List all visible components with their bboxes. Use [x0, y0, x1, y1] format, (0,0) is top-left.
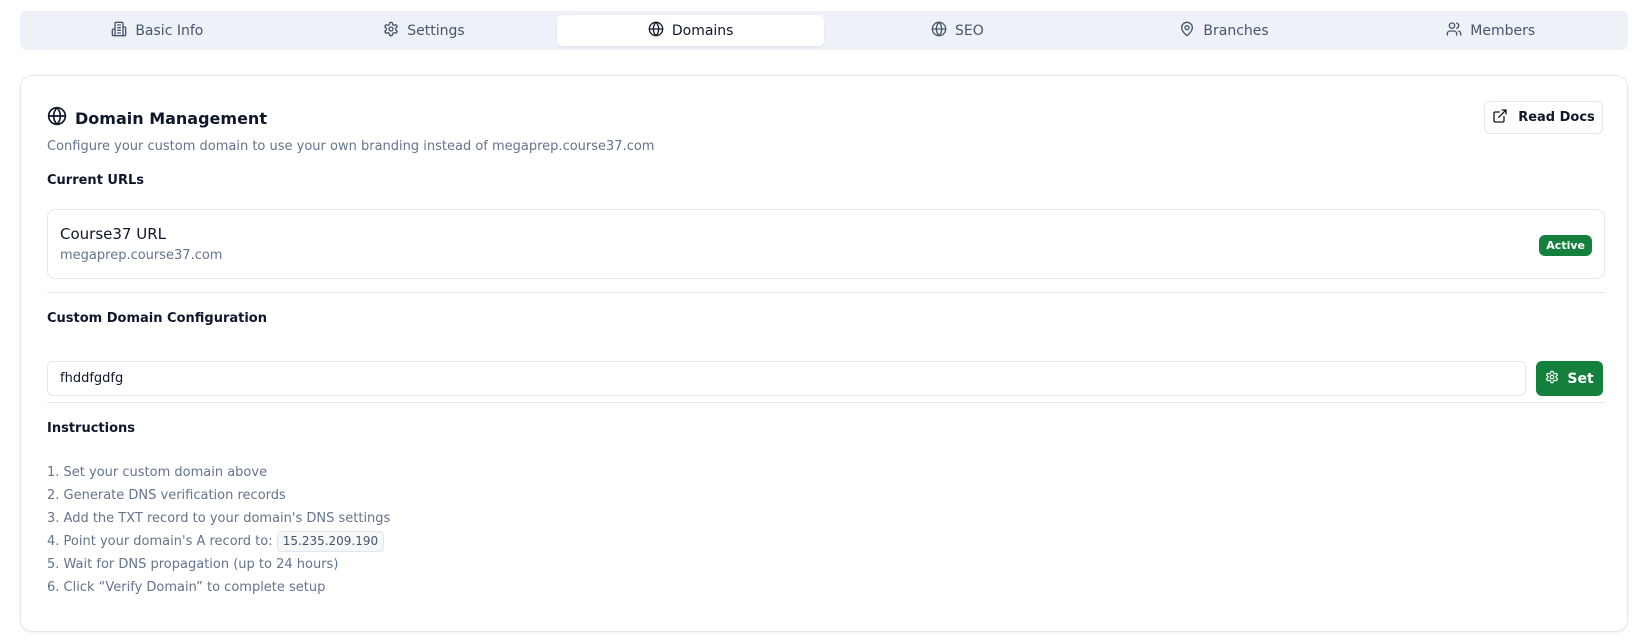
tab-domains[interactable]: Domains: [557, 15, 825, 46]
instruction-step: 1. Set your custom domain above: [47, 465, 268, 480]
custom-domain-label: Custom Domain Configuration: [47, 311, 267, 326]
globe-icon: [648, 21, 664, 41]
instruction-step: 4. Point your domain's A record to: 15.2…: [47, 530, 390, 553]
instructions-title: Instructions: [47, 421, 136, 436]
building-icon: [111, 21, 127, 41]
current-url-box: Course37 URL megaprep.course37.com Activ…: [47, 209, 1605, 279]
read-docs-label: Read Docs: [1518, 110, 1595, 125]
set-button-label: Set: [1567, 370, 1594, 387]
globe-icon: [931, 21, 947, 41]
external-link-icon: [1492, 108, 1508, 128]
instruction-step-text: 4. Point your domain's A record to:: [47, 534, 273, 549]
divider: [47, 402, 1605, 403]
card-title-text: Domain Management: [75, 108, 267, 128]
globe-icon: [47, 106, 67, 130]
tab-label: Basic Info: [135, 22, 204, 39]
tab-label: SEO: [954, 22, 984, 39]
gear-icon: [383, 21, 399, 41]
instruction-step: 5. Wait for DNS propagation (up to 24 ho…: [47, 557, 339, 572]
current-urls-label: Current URLs: [47, 173, 145, 188]
read-docs-button[interactable]: Read Docs: [1484, 101, 1603, 134]
status-badge: Active: [1539, 235, 1592, 256]
tab-members[interactable]: Members: [1357, 15, 1624, 46]
tab-bar: Basic Info Settings Domains SEO Branches…: [20, 11, 1628, 50]
instructions-list: 1. Set your custom domain above 2. Gener…: [47, 461, 390, 599]
tab-settings[interactable]: Settings: [291, 15, 558, 46]
instruction-step: 2. Generate DNS verification records: [47, 488, 286, 503]
instruction-step: 6. Click “Verify Domain” to complete set…: [47, 580, 326, 595]
tab-label: Domains: [671, 22, 734, 39]
tab-branches[interactable]: Branches: [1091, 15, 1358, 46]
divider: [47, 292, 1605, 293]
url-name: Course37 URL: [60, 225, 166, 243]
url-value: megaprep.course37.com: [60, 248, 223, 263]
card-description: Configure your custom domain to use your…: [47, 139, 655, 154]
tab-label: Branches: [1203, 22, 1269, 39]
card-title: Domain Management: [47, 106, 267, 130]
ip-address-code: 15.235.209.190: [276, 531, 385, 552]
custom-domain-input[interactable]: [47, 361, 1526, 396]
set-domain-button[interactable]: Set: [1536, 361, 1603, 396]
tab-basic-info[interactable]: Basic Info: [24, 15, 291, 46]
tab-label: Members: [1470, 22, 1536, 39]
gear-icon: [1545, 370, 1559, 388]
instruction-step: 3. Add the TXT record to your domain's D…: [47, 511, 391, 526]
tab-seo[interactable]: SEO: [824, 15, 1091, 46]
map-pin-icon: [1179, 21, 1195, 41]
domain-management-card: Domain Management Configure your custom …: [20, 75, 1628, 632]
users-icon: [1446, 21, 1462, 41]
tab-label: Settings: [407, 22, 465, 39]
